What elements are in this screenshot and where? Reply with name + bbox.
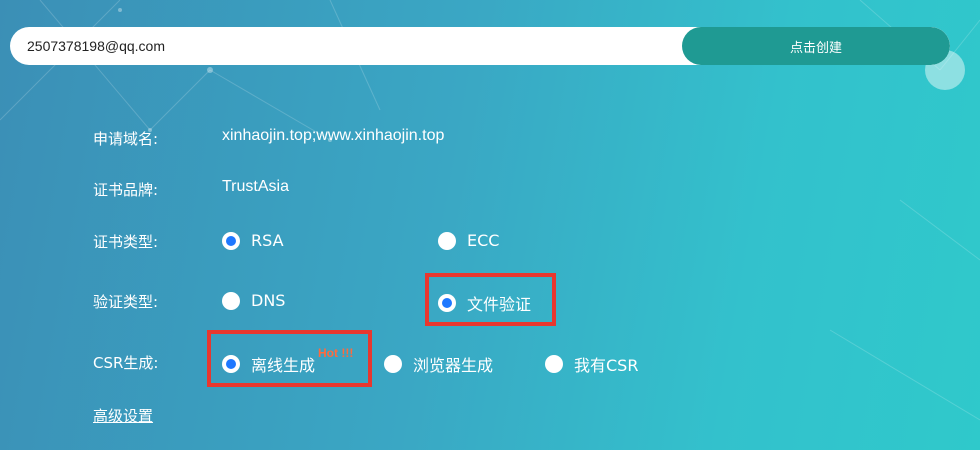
radio-unchecked-icon	[438, 231, 456, 250]
csr-offline-label: 离线生成	[251, 356, 316, 375]
csr-own-label: 我有CSR	[574, 356, 639, 375]
radio-checked-icon	[438, 294, 456, 312]
verify-type-file-label: 文件验证	[467, 295, 532, 314]
hot-badge: Hot !!!	[318, 346, 354, 360]
verify-type-dns-radio[interactable]: DNS	[222, 291, 285, 310]
radio-unchecked-icon	[222, 291, 240, 310]
create-button[interactable]: 点击创建	[682, 27, 950, 65]
csr-browser-label: 浏览器生成	[413, 356, 494, 375]
verify-type-file-radio[interactable]: 文件验证	[438, 291, 531, 315]
network-background	[0, 0, 980, 421]
csr-label: CSR生成:	[93, 354, 159, 372]
verify-type-label: 验证类型:	[93, 293, 159, 311]
csr-own-radio[interactable]: 我有CSR	[545, 352, 638, 376]
domain-value: xinhaojin.top;www.xinhaojin.top	[222, 127, 445, 144]
csr-offline-radio[interactable]: 离线生成	[222, 352, 315, 376]
radio-unchecked-icon	[384, 355, 402, 373]
cert-type-ecc-label: ECC	[467, 231, 500, 250]
cert-type-rsa-radio[interactable]: RSA	[222, 231, 284, 250]
radio-checked-icon	[222, 231, 240, 250]
email-create-bar: 点击创建	[10, 27, 950, 65]
brand-value: TrustAsia	[222, 178, 289, 195]
domain-label: 申请域名:	[93, 130, 159, 148]
email-input[interactable]	[10, 27, 682, 65]
radio-unchecked-icon	[545, 355, 563, 373]
advanced-settings-link[interactable]: 高级设置	[93, 405, 153, 426]
cert-type-label: 证书类型:	[93, 233, 159, 251]
brand-label: 证书品牌:	[93, 181, 159, 199]
csr-browser-radio[interactable]: 浏览器生成	[384, 352, 493, 376]
cert-type-ecc-radio[interactable]: ECC	[438, 231, 499, 250]
radio-checked-icon	[222, 355, 240, 373]
cert-type-rsa-label: RSA	[251, 231, 284, 250]
verify-type-dns-label: DNS	[251, 291, 286, 310]
